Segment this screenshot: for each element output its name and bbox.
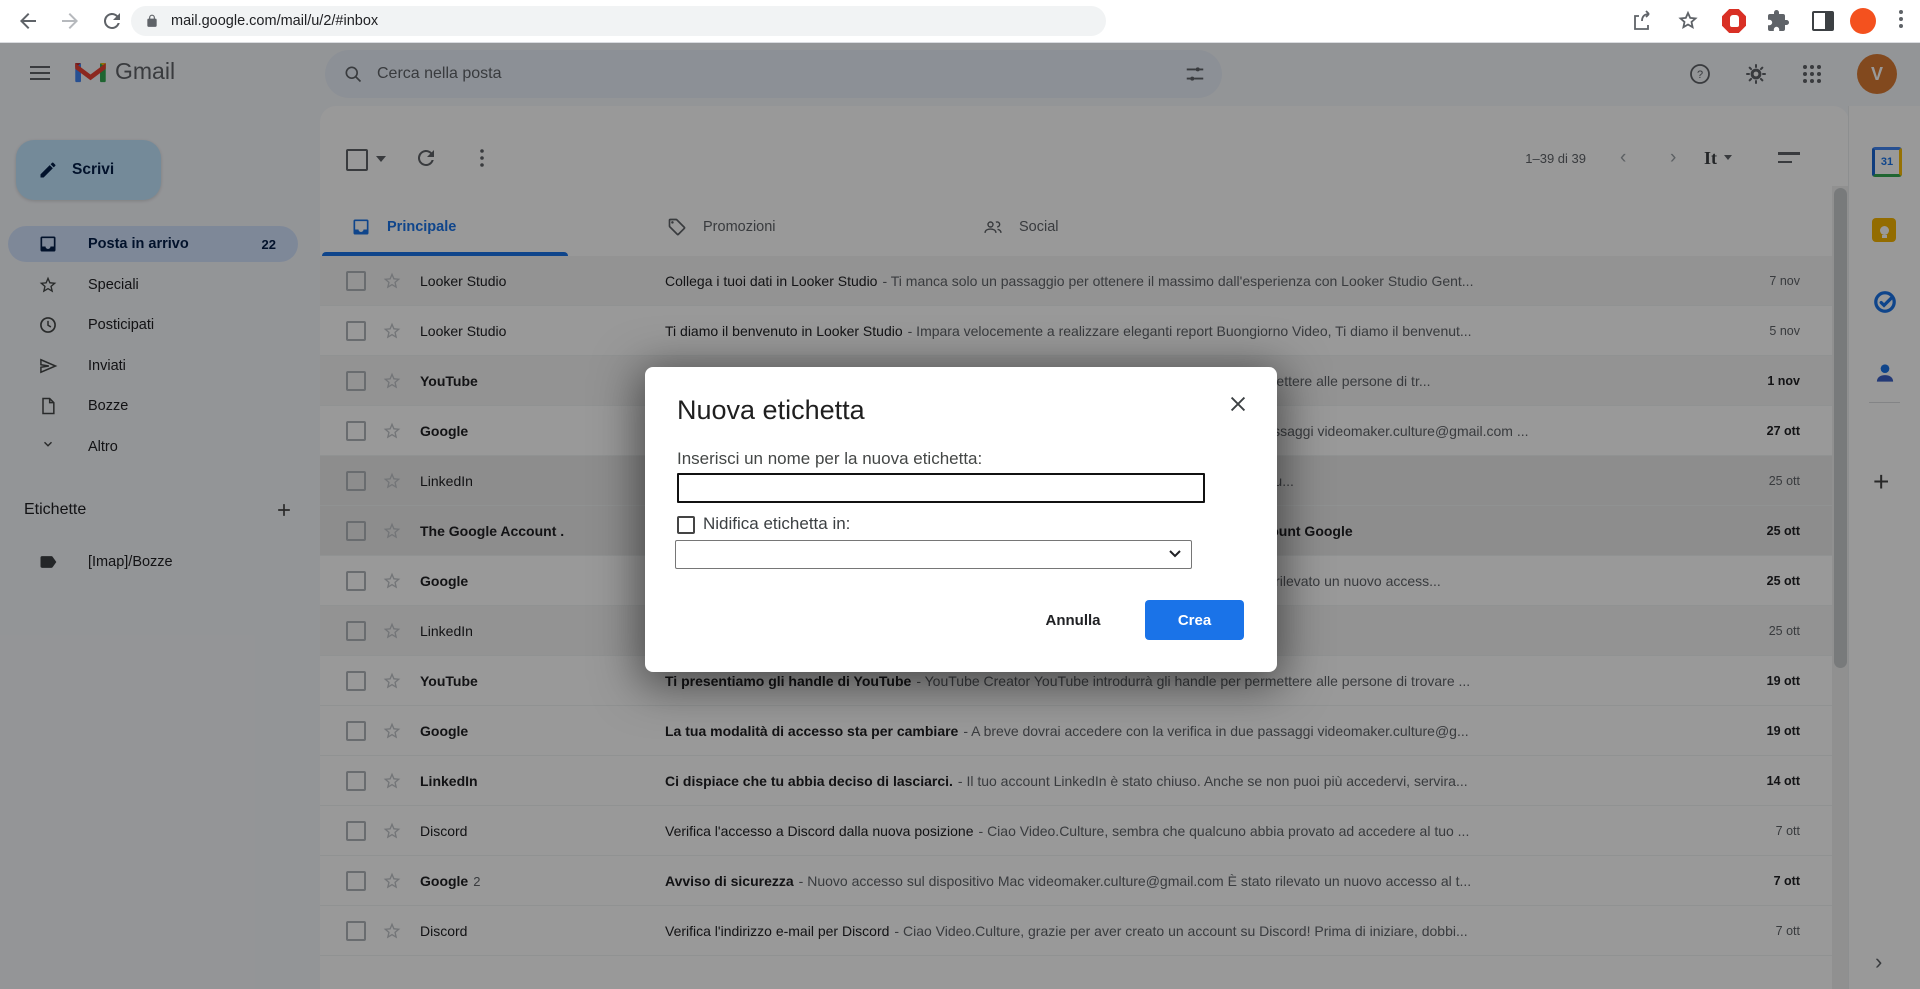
adblock-extension-icon[interactable] bbox=[1722, 9, 1746, 33]
side-panel-icon[interactable] bbox=[1812, 11, 1834, 31]
cancel-button[interactable]: Annulla bbox=[1023, 602, 1123, 638]
label-name-caption: Inserisci un nome per la nuova etichetta… bbox=[677, 449, 982, 469]
url-text: mail.google.com/mail/u/2/#inbox bbox=[171, 13, 378, 29]
back-icon[interactable] bbox=[16, 9, 40, 33]
new-label-dialog: Nuova etichetta Inserisci un nome per la… bbox=[645, 367, 1277, 672]
dialog-title: Nuova etichetta bbox=[677, 395, 865, 426]
select-chevron-icon bbox=[1169, 550, 1181, 558]
browser-toolbar: mail.google.com/mail/u/2/#inbox bbox=[0, 0, 1920, 43]
hand-glyph bbox=[1730, 15, 1739, 27]
address-bar[interactable]: mail.google.com/mail/u/2/#inbox bbox=[131, 6, 1106, 36]
bookmark-star-icon[interactable] bbox=[1676, 9, 1700, 33]
gmail-window: mail.google.com/mail/u/2/#inbox Gmail bbox=[0, 0, 1920, 989]
lock-icon bbox=[145, 14, 159, 28]
parent-label-select[interactable] bbox=[675, 540, 1192, 569]
extensions-puzzle-icon[interactable] bbox=[1766, 9, 1790, 33]
create-button[interactable]: Crea bbox=[1145, 600, 1244, 640]
nest-label: Nidifica etichetta in: bbox=[703, 514, 850, 534]
forward-icon[interactable] bbox=[58, 9, 82, 33]
close-icon[interactable] bbox=[1227, 393, 1249, 415]
browser-menu-icon[interactable] bbox=[1899, 10, 1903, 32]
reload-icon[interactable] bbox=[100, 9, 124, 33]
nest-checkbox[interactable] bbox=[677, 516, 695, 534]
share-icon[interactable] bbox=[1630, 9, 1654, 33]
label-name-input[interactable] bbox=[677, 473, 1205, 503]
browser-profile-avatar[interactable] bbox=[1850, 8, 1876, 34]
